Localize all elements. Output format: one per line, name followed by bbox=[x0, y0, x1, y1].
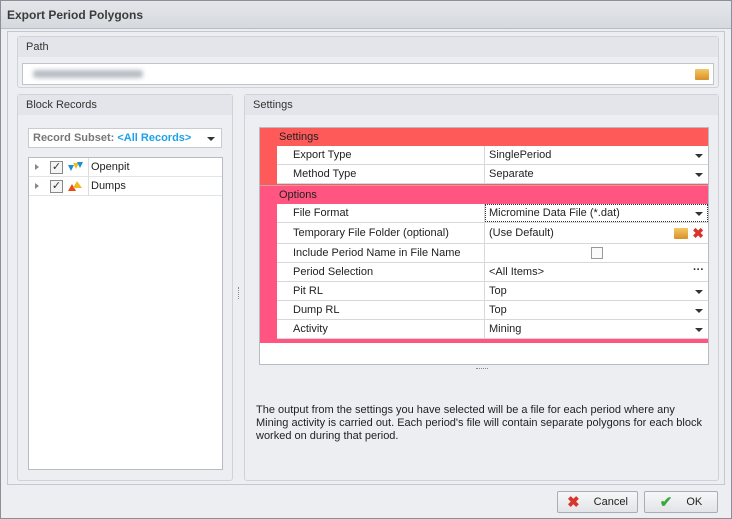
grid-resize-handle[interactable] bbox=[476, 368, 488, 369]
property-pit-rl[interactable]: Pit RL Top bbox=[277, 282, 708, 301]
path-value-blurred bbox=[33, 70, 143, 78]
path-input[interactable] bbox=[22, 63, 714, 85]
category-header[interactable]: Options bbox=[260, 186, 708, 204]
property-name: Include Period Name in File Name bbox=[277, 244, 485, 262]
block-records-tree: ✓ Openpit ✓ Dumps bbox=[28, 157, 223, 470]
property-name: Temporary File Folder (optional) bbox=[277, 223, 485, 243]
property-name: Period Selection bbox=[277, 263, 485, 281]
chevron-down-icon[interactable] bbox=[695, 328, 703, 336]
property-grid: Settings Export Type SinglePeriod Method … bbox=[259, 127, 709, 365]
title-bar: Export Period Polygons bbox=[1, 1, 731, 29]
property-include-period-name[interactable]: Include Period Name in File Name bbox=[277, 244, 708, 263]
expand-icon[interactable] bbox=[35, 183, 42, 189]
cancel-label: Cancel bbox=[593, 496, 628, 508]
expand-icon[interactable] bbox=[35, 164, 42, 170]
chevron-down-icon[interactable] bbox=[695, 173, 703, 181]
property-temp-folder[interactable]: Temporary File Folder (optional) (Use Def… bbox=[277, 223, 708, 244]
property-value[interactable]: Micromine Data File (*.dat) bbox=[489, 207, 620, 219]
cancel-icon: ✖ bbox=[567, 494, 580, 511]
openpit-icon bbox=[68, 162, 83, 171]
property-period-selection[interactable]: Period Selection <All Items> ··· bbox=[277, 263, 708, 282]
chevron-down-icon[interactable] bbox=[695, 290, 703, 298]
record-subset-dropdown[interactable]: Record Subset: <All Records> bbox=[28, 128, 222, 148]
property-export-type[interactable]: Export Type SinglePeriod bbox=[277, 146, 708, 165]
folder-open-icon[interactable] bbox=[674, 228, 688, 239]
property-name: File Format bbox=[277, 204, 485, 222]
tree-item-label: Openpit bbox=[88, 157, 222, 177]
settings-group: Settings Settings Export Type SinglePerio… bbox=[244, 94, 719, 481]
property-method-type[interactable]: Method Type Separate bbox=[277, 165, 708, 184]
checkbox[interactable]: ✓ bbox=[50, 179, 63, 193]
tree-item-dumps[interactable]: ✓ Dumps bbox=[29, 176, 222, 196]
ok-label: OK bbox=[686, 496, 703, 508]
description-text: The output from the settings you have se… bbox=[256, 404, 702, 442]
path-group: Path bbox=[17, 36, 719, 88]
property-value[interactable]: Top bbox=[489, 285, 507, 297]
checkbox[interactable]: ✓ bbox=[50, 160, 63, 174]
block-records-header: Block Records bbox=[18, 95, 232, 115]
property-value[interactable]: (Use Default) bbox=[489, 227, 554, 239]
chevron-down-icon[interactable] bbox=[695, 309, 703, 317]
property-value[interactable]: Separate bbox=[489, 168, 534, 180]
record-subset-value: <All Records> bbox=[117, 132, 192, 144]
ellipsis-icon[interactable]: ··· bbox=[693, 264, 704, 276]
property-file-format[interactable]: File Format Micromine Data File (*.dat) bbox=[277, 204, 708, 223]
record-subset-label: Record Subset: bbox=[33, 132, 115, 144]
property-value[interactable]: <All Items> bbox=[489, 266, 544, 278]
category-header[interactable]: Settings bbox=[260, 128, 708, 146]
property-value[interactable]: Mining bbox=[489, 323, 521, 335]
property-value[interactable]: Top bbox=[489, 304, 507, 316]
settings-group-header: Settings bbox=[245, 95, 718, 115]
chevron-down-icon[interactable] bbox=[695, 212, 703, 220]
property-dump-rl[interactable]: Dump RL Top bbox=[277, 301, 708, 320]
property-activity[interactable]: Activity Mining bbox=[277, 320, 708, 339]
include-period-name-checkbox[interactable] bbox=[591, 247, 603, 259]
ok-button[interactable]: ✔ OK bbox=[644, 491, 718, 513]
folder-open-icon[interactable] bbox=[695, 69, 709, 80]
tree-item-label: Dumps bbox=[88, 176, 222, 196]
property-name: Activity bbox=[277, 320, 485, 338]
splitter-handle[interactable] bbox=[238, 287, 240, 299]
check-icon: ✔ bbox=[659, 494, 673, 511]
tree-item-openpit[interactable]: ✓ Openpit bbox=[29, 157, 222, 177]
property-name: Export Type bbox=[277, 146, 485, 164]
property-name: Method Type bbox=[277, 165, 485, 183]
property-name: Dump RL bbox=[277, 301, 485, 319]
dialog-body: Path Block Records Record Subset: <All R… bbox=[7, 31, 725, 485]
clear-icon[interactable]: ✖ bbox=[692, 225, 704, 242]
dialog-window: Export Period Polygons Path Block Record… bbox=[0, 0, 732, 519]
chevron-down-icon[interactable] bbox=[695, 154, 703, 162]
chevron-down-icon bbox=[207, 137, 215, 145]
property-name: Pit RL bbox=[277, 282, 485, 300]
dumps-icon bbox=[68, 181, 82, 191]
path-group-header: Path bbox=[18, 37, 718, 57]
block-records-group: Block Records Record Subset: <All Record… bbox=[17, 94, 233, 481]
cancel-button[interactable]: ✖ Cancel bbox=[557, 491, 638, 513]
property-value[interactable]: SinglePeriod bbox=[489, 149, 551, 161]
